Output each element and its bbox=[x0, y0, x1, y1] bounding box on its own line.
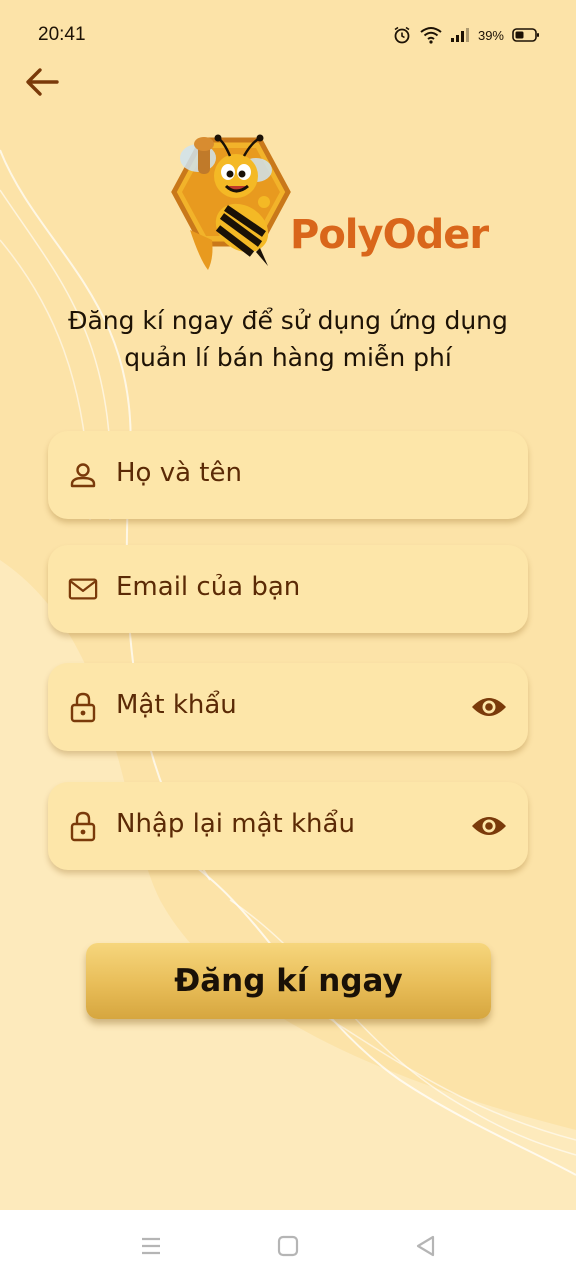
menu-icon[interactable] bbox=[137, 1232, 165, 1260]
full-name-field[interactable]: Họ và tên bbox=[48, 431, 528, 519]
system-nav-bar bbox=[0, 1210, 576, 1280]
email-field[interactable]: Email của bạn bbox=[48, 545, 528, 633]
subtitle: Đăng kí ngay để sử dụng ứng dụng quản lí… bbox=[20, 302, 556, 376]
bee-mascot-icon bbox=[171, 134, 291, 270]
signal-icon bbox=[450, 27, 470, 43]
password-placeholder: Mật khẩu bbox=[116, 690, 237, 721]
eye-icon[interactable] bbox=[470, 811, 508, 841]
back-icon[interactable] bbox=[411, 1232, 439, 1260]
register-button-label: Đăng kí ngay bbox=[174, 963, 403, 999]
app-logo: PolyOder bbox=[160, 130, 489, 280]
person-icon bbox=[68, 460, 98, 490]
battery-icon bbox=[512, 27, 540, 43]
status-bar: 20:41 39% bbox=[0, 0, 576, 70]
wifi-icon bbox=[420, 26, 442, 44]
mail-icon bbox=[68, 574, 98, 604]
subtitle-line-2: quản lí bán hàng miễn phí bbox=[124, 343, 452, 372]
brand-name: PolyOder bbox=[290, 212, 489, 258]
arrow-left-icon bbox=[25, 67, 59, 102]
alarm-icon bbox=[392, 25, 412, 45]
confirm-password-placeholder: Nhập lại mật khẩu bbox=[116, 809, 355, 840]
back-button[interactable] bbox=[20, 62, 64, 106]
status-time: 20:41 bbox=[38, 24, 86, 45]
status-icons: 39% bbox=[392, 24, 540, 46]
subtitle-line-1: Đăng kí ngay để sử dụng ứng dụng bbox=[68, 306, 508, 335]
lock-icon bbox=[68, 811, 98, 842]
lock-icon bbox=[68, 692, 98, 723]
eye-icon[interactable] bbox=[470, 692, 508, 722]
email-placeholder: Email của bạn bbox=[116, 572, 301, 603]
confirm-password-field[interactable]: Nhập lại mật khẩu bbox=[48, 782, 528, 870]
password-field[interactable]: Mật khẩu bbox=[48, 663, 528, 751]
battery-percent: 39% bbox=[477, 27, 504, 43]
register-button[interactable]: Đăng kí ngay bbox=[86, 943, 491, 1019]
full-name-placeholder: Họ và tên bbox=[116, 458, 242, 489]
home-icon[interactable] bbox=[274, 1232, 302, 1260]
